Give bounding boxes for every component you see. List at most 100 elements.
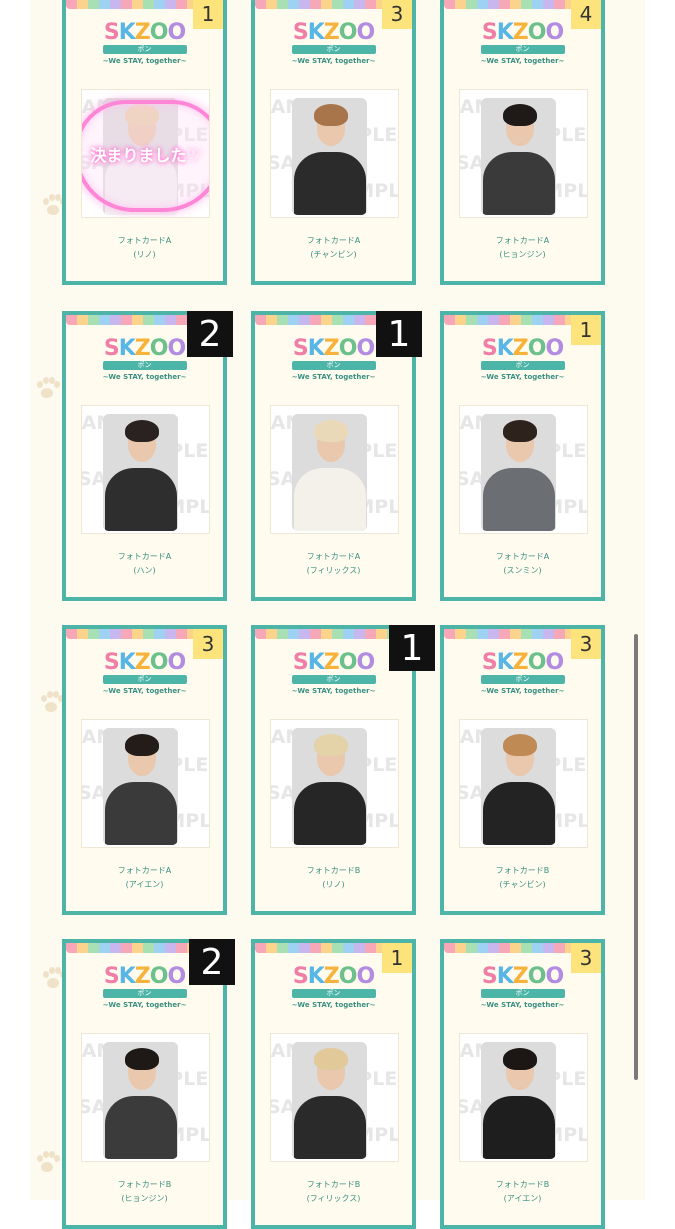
logo-letter: Z (134, 964, 151, 989)
card-label: フォトカードB (フィリックス) (255, 1178, 412, 1206)
photo-frame: SAMPLESAMPLESAMPLESAMPLE (270, 405, 399, 534)
photocard-item[interactable]: 1SKZOOポン~We STAY, together~SAMPLESAMPLES… (251, 939, 416, 1229)
logo-letter: K (307, 964, 325, 989)
member-photo (292, 414, 367, 531)
photocard-item[interactable]: 1SKZOOポン~We STAY, together~SAMPLESAMPLES… (440, 311, 605, 601)
member-outfit (294, 782, 366, 845)
photo-frame: SAMPLESAMPLESAMPLESAMPLE (270, 1033, 399, 1162)
card-label: フォトカードA (ハン) (66, 550, 223, 578)
photocard-item[interactable]: 3SKZOOポン~We STAY, together~SAMPLESAMPLES… (251, 0, 416, 285)
member-photo (103, 728, 178, 845)
logo-letter: Z (323, 336, 340, 361)
member-hair (125, 420, 159, 442)
logo-letter: K (496, 336, 514, 361)
logo-ribbon: ポン (291, 361, 376, 370)
card-type: フォトカードA (495, 236, 550, 245)
card-type: フォトカードA (117, 552, 172, 561)
card-label: フォトカードB (リノ) (255, 864, 412, 892)
logo-letter: Z (134, 20, 151, 45)
member-outfit (294, 1096, 366, 1159)
card-label: フォトカードB (ヒョンジン) (66, 1178, 223, 1206)
quantity-badge: 3 (571, 943, 601, 973)
logo-subtitle: ~We STAY, together~ (291, 1001, 376, 1009)
logo-letter: S (481, 336, 498, 361)
logo-ribbon: ポン (291, 675, 376, 684)
member-photo (481, 1042, 556, 1159)
quantity-badge-large: 1 (376, 311, 422, 357)
logo-wordmark: SKZOO (478, 965, 568, 989)
card-label: フォトカードA (チャンビン) (255, 234, 412, 262)
logo-letter: O (167, 336, 186, 361)
skzoo-logo: SKZOO ポン ~We STAY, together~ (289, 337, 379, 387)
logo-ribbon: ポン (291, 45, 376, 54)
logo-letter: Z (134, 650, 151, 675)
logo-letter: S (481, 650, 498, 675)
member-photo (103, 414, 178, 531)
paw-print-icon (34, 376, 60, 402)
card-type: フォトカードB (306, 1180, 361, 1189)
member-outfit (294, 152, 366, 215)
card-label: フォトカードA (リノ) (66, 234, 223, 262)
skzoo-logo: SKZOO ポン ~We STAY, together~ (478, 651, 568, 701)
vertical-scrollbar[interactable] (634, 634, 638, 1080)
logo-letter: O (527, 336, 547, 361)
logo-letter: O (149, 650, 169, 675)
member-name: (フィリックス) (306, 566, 361, 575)
quantity-badge: 1 (193, 0, 223, 29)
logo-ribbon: ポン (102, 989, 187, 998)
logo-letter: K (307, 20, 325, 45)
member-hair (314, 420, 348, 442)
photocard-item[interactable]: 1SKZOOポン~We STAY, together~SAMPLESAMPLES… (62, 0, 227, 285)
card-type: フォトカードA (117, 236, 172, 245)
quantity-badge: 3 (571, 629, 601, 659)
logo-letter: S (481, 20, 498, 45)
member-name: (ハン) (133, 566, 156, 575)
skzoo-logo: SKZOO ポン ~We STAY, together~ (100, 337, 190, 387)
logo-letter: K (118, 650, 136, 675)
member-hair (503, 420, 537, 442)
member-name: (アイエン) (503, 1194, 542, 1203)
photocard-item[interactable]: 3SKZOOポン~We STAY, together~SAMPLESAMPLES… (440, 939, 605, 1229)
logo-letter: S (103, 336, 120, 361)
skzoo-logo: SKZOO ポン ~We STAY, together~ (100, 965, 190, 1015)
logo-letter: Z (134, 336, 151, 361)
member-name: (フィリックス) (306, 1194, 361, 1203)
member-hair (503, 1048, 537, 1070)
logo-wordmark: SKZOO (289, 21, 379, 45)
member-hair (503, 104, 537, 126)
member-photo (103, 1042, 178, 1159)
logo-letter: S (103, 650, 120, 675)
logo-letter: K (496, 20, 514, 45)
logo-letter: K (118, 20, 136, 45)
logo-letter: K (307, 336, 325, 361)
logo-letter: O (338, 336, 358, 361)
card-label: フォトカードA (スンミン) (444, 550, 601, 578)
logo-subtitle: ~We STAY, together~ (480, 687, 565, 695)
photo-frame: SAMPLESAMPLESAMPLESAMPLE (270, 719, 399, 848)
photocard-item[interactable]: 3SKZOOポン~We STAY, together~ SAMPLESAMPLES… (440, 625, 605, 915)
photo-frame: SAMPLESAMPLESAMPLESAMPLE (459, 719, 588, 848)
photo-frame: SAMPLESAMPLESAMPLESAMPLE (270, 89, 399, 218)
logo-letter: O (545, 20, 564, 45)
quantity-badge-large: 1 (389, 625, 435, 671)
card-type: フォトカードA (495, 552, 550, 561)
logo-letter: S (481, 964, 498, 989)
skzoo-logo: SKZOO ポン ~We STAY, together~ (100, 21, 190, 71)
member-name: (チャンビン) (499, 880, 546, 889)
logo-letter: O (527, 650, 547, 675)
card-type: フォトカードB (495, 1180, 550, 1189)
logo-wordmark: SKZOO (478, 337, 568, 361)
logo-subtitle: ~We STAY, together~ (102, 373, 187, 381)
logo-wordmark: SKZOO (289, 651, 379, 675)
logo-wordmark: SKZOO (100, 337, 190, 361)
photocard-item[interactable]: 4SKZOOポン~We STAY, together~SAMPLESAMPLES… (440, 0, 605, 285)
logo-letter: O (527, 20, 547, 45)
photocard-item[interactable]: 3SKZOOポン~We STAY, together~SAMPLESAMPLES… (62, 625, 227, 915)
logo-ribbon: ポン (480, 45, 565, 54)
member-photo (481, 98, 556, 215)
logo-wordmark: SKZOO (100, 21, 190, 45)
logo-ribbon: ポン (102, 361, 187, 370)
skzoo-logo: SKZOO ポン ~We STAY, together~ (100, 651, 190, 701)
skzoo-logo: SKZOO ポン ~We STAY, together~ (289, 651, 379, 701)
logo-letter: Z (512, 650, 529, 675)
